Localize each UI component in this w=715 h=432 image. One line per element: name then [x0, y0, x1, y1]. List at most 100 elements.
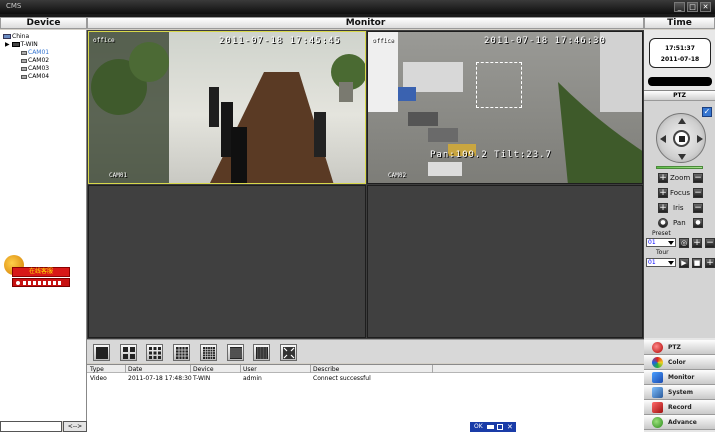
layout-4-icon — [123, 347, 135, 359]
layout-25-button[interactable] — [200, 344, 217, 361]
tray-bar: OK ✕ — [470, 422, 516, 432]
preset-label: Preset — [652, 230, 671, 237]
cam2-scene — [368, 32, 642, 183]
menu-monitor[interactable]: Monitor — [644, 370, 715, 385]
zoom-in-button[interactable]: + — [658, 173, 668, 183]
layout-9-button[interactable] — [146, 344, 163, 361]
ok-button[interactable]: OK — [474, 422, 483, 432]
focus-out-button[interactable]: − — [693, 188, 703, 198]
layout-4-button[interactable] — [120, 344, 137, 361]
qq-chat-widget[interactable]: 在线客服 — [4, 255, 70, 289]
ptz-center-button[interactable] — [673, 130, 690, 147]
time-header: Time — [644, 17, 715, 29]
camera-icon — [21, 74, 27, 79]
clock-display: 17:51:37 2011-07-18 — [649, 38, 711, 68]
tray-minimize-icon[interactable] — [487, 425, 494, 429]
video-cell-1[interactable]: office 2011-07-18 17:45:45 CAM01 — [88, 31, 366, 184]
network-icon — [3, 34, 11, 39]
video-cell-2[interactable]: office 2011-07-18 17:46:30 Pan:109.2 Til… — [367, 31, 643, 184]
menu-system[interactable]: System — [644, 385, 715, 400]
focus-in-button[interactable]: + — [658, 188, 668, 198]
stop-icon — [679, 136, 685, 142]
ptz-up-icon[interactable] — [678, 118, 686, 124]
layout-16-icon — [176, 347, 188, 359]
tree-cam-label: CAM03 — [28, 65, 50, 72]
menu-record-label: Record — [668, 404, 692, 411]
tree-root-label: China — [12, 33, 30, 40]
tree-node-label: T-WIN — [20, 41, 38, 48]
ptz-enable-checkbox[interactable]: ✓ — [702, 107, 712, 117]
log-col-date[interactable]: Date — [128, 366, 142, 373]
layout-1-button[interactable] — [93, 344, 110, 361]
log-cell-user: admin — [243, 375, 262, 382]
tour-play-button[interactable]: ▶ — [679, 258, 689, 268]
minimize-button[interactable]: _ — [674, 2, 685, 12]
layout-36-button[interactable] — [227, 344, 244, 361]
cam1-osd-title: office — [93, 37, 115, 44]
preset-call-button[interactable]: ◎ — [679, 238, 689, 248]
menu-color[interactable]: Color — [644, 355, 715, 370]
log-col-user[interactable]: User — [243, 366, 257, 373]
ptz-speed-slider[interactable] — [656, 166, 703, 169]
tray-restore-icon[interactable] — [497, 424, 503, 430]
tree-nav-button[interactable]: <--> — [63, 421, 87, 432]
tree-cam-03[interactable]: CAM03 — [21, 65, 49, 72]
iris-close-button[interactable]: − — [693, 203, 703, 213]
tree-root[interactable]: China — [3, 33, 29, 40]
log-col-describe[interactable]: Describe — [313, 366, 339, 373]
close-button[interactable]: ✕ — [700, 2, 711, 12]
menu-ptz-label: PTZ — [668, 344, 681, 351]
ptz-direction-pad[interactable] — [656, 113, 706, 163]
log-header-row — [87, 365, 644, 373]
tour-add-button[interactable]: + — [705, 258, 715, 268]
ptz-right-icon[interactable] — [697, 135, 703, 143]
tree-cam-01[interactable]: CAM01 — [21, 49, 49, 56]
preset-delete-button[interactable]: − — [705, 238, 715, 248]
preset-select[interactable]: 01 — [646, 238, 676, 247]
menu-color-label: Color — [668, 359, 686, 366]
maximize-button[interactable]: □ — [687, 2, 698, 12]
iris-label: Iris — [673, 204, 684, 212]
pan-stop-button[interactable]: ● — [693, 218, 703, 228]
fullscreen-button[interactable] — [280, 344, 297, 361]
side-menu: PTZ Color Monitor System Record Advance — [644, 338, 715, 432]
layout-toolbar — [87, 339, 644, 363]
clock-date: 2011-07-18 — [660, 56, 700, 63]
layout-16-button[interactable] — [173, 344, 190, 361]
tour-label: Tour — [656, 249, 669, 256]
video-cell-3[interactable] — [88, 185, 366, 338]
tour-select[interactable]: 01 — [646, 258, 676, 267]
tree-cam-label: CAM02 — [28, 57, 50, 64]
status-text-icon — [23, 281, 63, 285]
tree-node-twin[interactable]: ▶ T-WIN — [5, 41, 38, 48]
tree-cam-04[interactable]: CAM04 — [21, 73, 49, 80]
log-cell-type: Video — [90, 375, 107, 382]
tray-close-icon[interactable]: ✕ — [507, 422, 513, 432]
advance-icon — [652, 417, 663, 428]
zoom-out-button[interactable]: − — [693, 173, 703, 183]
menu-ptz[interactable]: PTZ — [644, 340, 715, 355]
video-cell-4[interactable] — [367, 185, 643, 338]
device-header: Device — [0, 17, 87, 29]
log-col-device[interactable]: Device — [193, 366, 214, 373]
menu-record[interactable]: Record — [644, 400, 715, 415]
pan-auto-button[interactable]: ● — [658, 218, 668, 228]
menu-system-label: System — [668, 389, 693, 396]
menu-advance[interactable]: Advance — [644, 415, 715, 430]
monitor-header: Monitor — [87, 17, 644, 29]
device-search-input[interactable] — [0, 421, 62, 432]
layout-36-icon — [230, 347, 242, 359]
status-dot-icon — [16, 281, 20, 285]
ptz-left-icon[interactable] — [660, 135, 666, 143]
preset-add-button[interactable]: + — [692, 238, 702, 248]
ptz-down-icon[interactable] — [678, 154, 686, 160]
layout-64-button[interactable] — [253, 344, 270, 361]
tour-stop-button[interactable]: ■ — [692, 258, 702, 268]
iris-open-button[interactable]: + — [658, 203, 668, 213]
status-bar — [648, 77, 712, 86]
qq-status-bar — [12, 278, 70, 287]
log-cell-describe: Connect successful — [313, 375, 371, 382]
tree-cam-02[interactable]: CAM02 — [21, 57, 49, 64]
log-col-type[interactable]: Type — [90, 366, 104, 373]
ptz-icon — [652, 342, 663, 353]
